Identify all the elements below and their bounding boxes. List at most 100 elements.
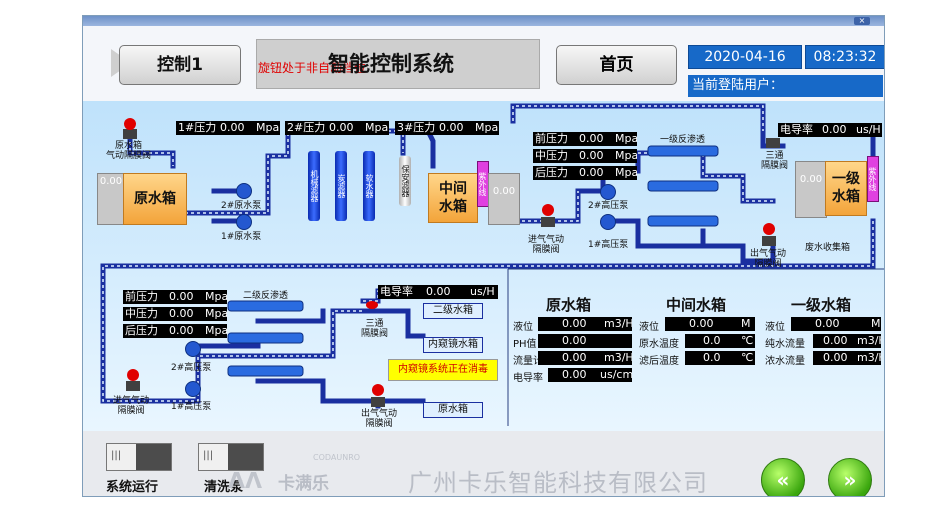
middle-tank-level: 0.00	[488, 173, 520, 225]
stage2-tank-dest: 二级水箱	[423, 303, 483, 319]
switch-knob: |||	[111, 450, 122, 461]
pressure-2-readout: 2#压力 0.00 Mpa	[285, 121, 389, 135]
raw-flow-value: 0.00 m3/H	[538, 351, 632, 365]
hp-pump-1-icon[interactable]	[600, 214, 616, 230]
mid-level-value: 0.00 M	[665, 317, 755, 331]
inlet-valve-2-icon[interactable]	[126, 381, 140, 391]
process-diagram: 1#压力 0.00 Mpa 2#压力 0.00 Mpa 3#压力 0.00 Mpa 前压力 0…	[83, 101, 884, 431]
close-icon[interactable]: ×	[854, 17, 870, 25]
outlet-valve-1-icon[interactable]	[762, 236, 776, 246]
prev-page-button[interactable]: «	[761, 458, 805, 496]
stage1-conductivity: 电导率 0.00 us/H	[778, 123, 882, 137]
stage1-back-pressure: 后压力 0.00 Mpa	[533, 166, 637, 180]
raw-level-label: 液位	[513, 322, 533, 333]
footer-bar: ||| 系统运行 ||| 清洗泵 ᐱᐱ CODAUNRO 卡满乐 广州卡乐智能科…	[83, 431, 884, 496]
three-way-valve-1-label: 三通 隔膜阀	[761, 151, 789, 171]
mechanical-filter[interactable]: 机械滤器	[308, 151, 320, 221]
carbon-filter[interactable]: 炭滤器	[335, 151, 347, 221]
hp-pump-1b-label: 1#高压泵	[171, 402, 212, 412]
stage1-tank-level: 0.00	[795, 161, 827, 218]
raw-tank-level: 0.00	[97, 173, 125, 225]
inlet-valve-1-icon[interactable]	[541, 217, 555, 227]
three-way-valve-1-icon[interactable]	[766, 138, 780, 148]
system-run-switch[interactable]: |||	[106, 443, 172, 471]
ro-stage2-label: 二级反渗透	[243, 291, 289, 301]
header-bar: 控制1 旋钮处于非自动档位 智能控制系统 首页 2020-04-16 08:23…	[83, 26, 884, 101]
time-display: 08:23:32	[805, 45, 884, 69]
stage2-back-pressure: 后压力 0.00 Mpa	[123, 324, 227, 338]
raw-conductivity-value: 0.00 us/cm	[548, 368, 632, 382]
pressure-3-readout: 3#压力 0.00 Mpa	[395, 121, 499, 135]
pump-1-icon[interactable]	[236, 214, 252, 230]
outlet-valve-1-label: 出气气动 隔膜阀	[750, 249, 787, 269]
raw-tank-dest: 原水箱	[423, 402, 483, 418]
alarm-light-icon	[366, 301, 378, 309]
raw-level-value: 0.00 m3/H	[538, 317, 632, 331]
alarm-light-icon	[542, 204, 554, 216]
waste-tank-label: 废水收集箱	[805, 243, 851, 253]
raw-tank-valve-label: 原水箱 气动隔膜阀	[106, 141, 152, 161]
s1-conc-flow-label: 浓水流量	[765, 356, 805, 367]
hp-pump-2-icon[interactable]	[600, 184, 616, 200]
control1-button[interactable]: 控制1	[119, 45, 241, 85]
ro-stage1-label: 一级反渗透	[660, 135, 706, 145]
stage2-front-pressure: 前压力 0.00 Mpa	[123, 290, 227, 304]
page-title: 智能控制系统	[328, 52, 454, 76]
main-window: × 控制1 旋钮处于非自动档位 智能控制系统 首页 2020-04-16 08:…	[82, 15, 885, 497]
company-name: 广州卡乐智能科技有限公司	[408, 469, 708, 497]
mid-raw-temp-value: 0.0 ℃	[685, 334, 755, 348]
disinfection-notice: 内窥镜系统正在消毒	[388, 359, 498, 381]
pump-1-label: 1#原水泵	[221, 232, 262, 242]
logo-subtext: CODAUNRO	[313, 453, 361, 462]
inlet-valve-1-label: 进气气动 隔膜阀	[528, 235, 565, 255]
raw-tank-valve-icon[interactable]	[123, 129, 137, 139]
raw-tank-panel-title: 原水箱	[546, 296, 592, 314]
s1-level-label: 液位	[765, 322, 785, 333]
middle-tank[interactable]: 中间 水箱	[428, 173, 478, 223]
stage2-mid-pressure: 中压力 0.00 Mpa	[123, 307, 227, 321]
mid-level-label: 液位	[639, 322, 659, 333]
current-user-label: 当前登陆用户：	[688, 75, 883, 97]
inlet-valve-2-label: 进气气动 隔膜阀	[113, 396, 150, 416]
switch-knob: |||	[203, 450, 214, 461]
system-run-label: 系统运行	[106, 480, 159, 495]
stage1-mid-pressure: 中压力 0.00 Mpa	[533, 149, 637, 163]
pressure-1-readout: 1#压力 0.00 Mpa	[176, 121, 280, 135]
hp-pump-2-label: 2#高压泵	[588, 201, 629, 211]
s1-pure-flow-value: 0.00m3/H	[813, 334, 881, 348]
hp-pump-1b-icon[interactable]	[185, 381, 201, 397]
raw-tank[interactable]: 原水箱	[123, 173, 187, 225]
softener[interactable]: 软水器	[363, 151, 375, 221]
cleaning-pump-switch[interactable]: |||	[198, 443, 264, 471]
s1-conc-flow-value: 0.00m3/H	[813, 351, 881, 365]
raw-ph-value: 0.00	[538, 334, 632, 348]
stage1-front-pressure: 前压力 0.00 Mpa	[533, 132, 637, 146]
s1-level-value: 0.00 M	[791, 317, 881, 331]
hp-pump-1-label: 1#高压泵	[588, 240, 629, 250]
mid-filtered-temp-label: 滤后温度	[639, 356, 679, 367]
security-filter[interactable]: 保安滤器	[399, 156, 411, 206]
company-logo-icon: ᐱᐱ	[228, 469, 263, 494]
home-button[interactable]: 首页	[556, 45, 677, 85]
logo-text: 卡满乐	[278, 474, 329, 494]
raw-ph-label: PH值	[513, 339, 537, 350]
stage1-tank[interactable]: 一级 水箱	[825, 161, 867, 216]
date-display: 2020-04-16	[688, 45, 802, 69]
alarm-light-icon	[124, 118, 136, 130]
window-titlebar: ×	[83, 16, 884, 26]
mid-raw-temp-label: 原水温度	[639, 339, 679, 350]
hp-pump-2b-icon[interactable]	[185, 341, 201, 357]
s1-pure-flow-label: 纯水流量	[765, 339, 805, 350]
alarm-light-icon	[763, 223, 775, 235]
pump-2-icon[interactable]	[236, 183, 252, 199]
three-way-valve-2-label: 三通 隔膜阀	[361, 319, 389, 339]
hp-pump-2b-label: 2#高压泵	[171, 363, 212, 373]
alarm-light-icon	[372, 384, 384, 396]
middle-tank-panel-title: 中间水箱	[666, 296, 727, 314]
outlet-valve-2-icon[interactable]	[371, 397, 385, 407]
next-page-button[interactable]: »	[828, 458, 872, 496]
outlet-valve-2-label: 出气气动 隔膜阀	[361, 409, 398, 429]
pump-2-label: 2#原水泵	[221, 201, 262, 211]
alarm-light-icon	[127, 369, 139, 381]
mid-filtered-temp-value: 0.0 ℃	[685, 351, 755, 365]
